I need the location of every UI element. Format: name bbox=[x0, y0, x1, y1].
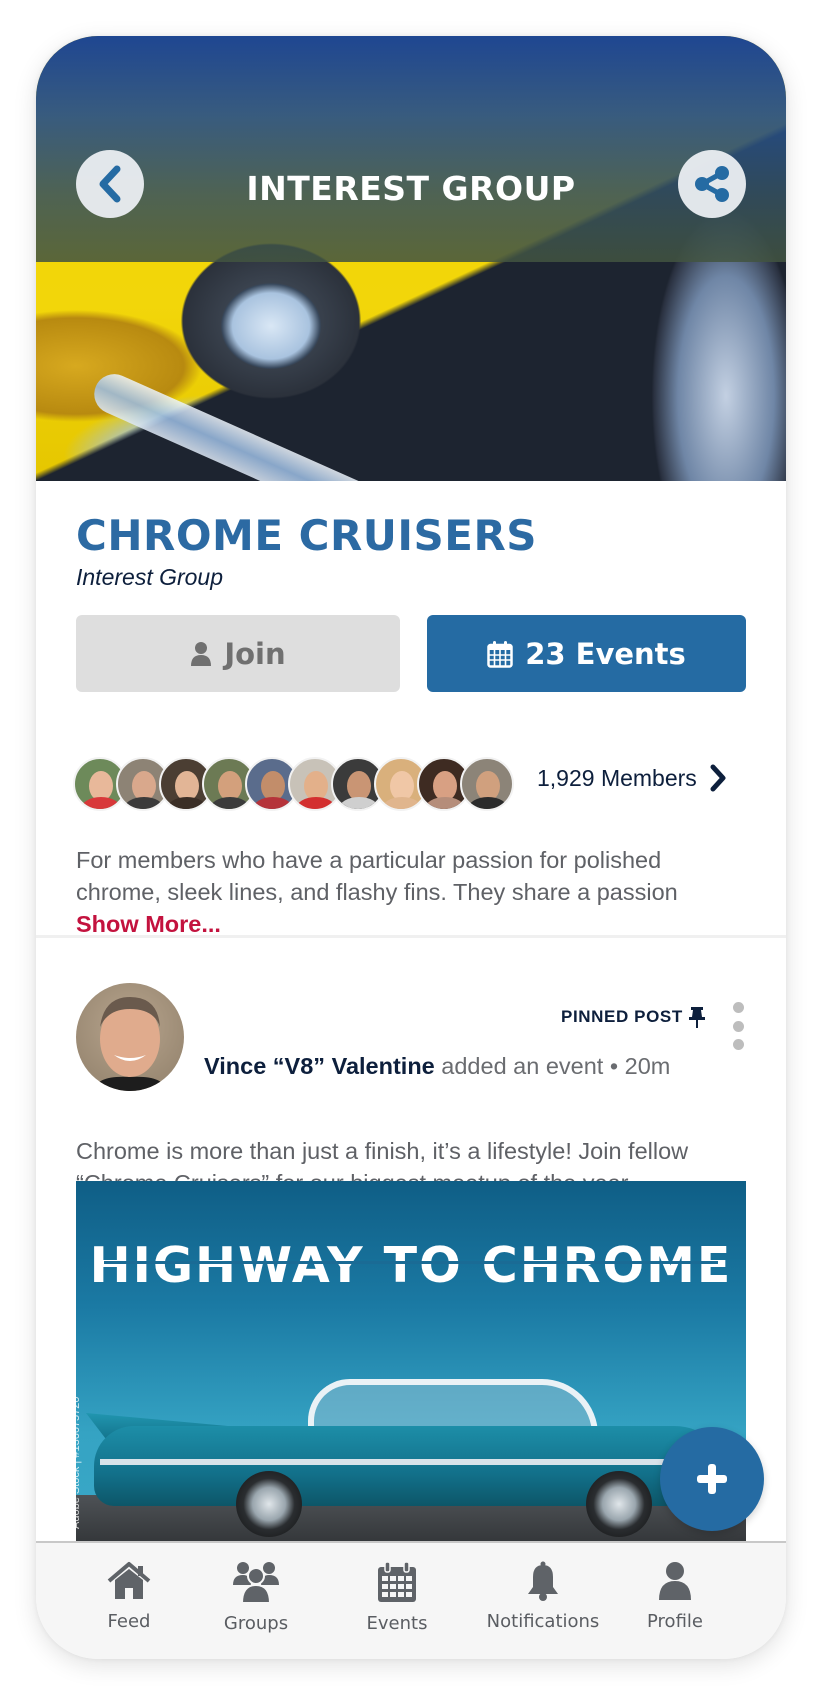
dot-icon bbox=[732, 1039, 744, 1050]
plus-icon bbox=[697, 1464, 727, 1494]
add-post-button[interactable] bbox=[660, 1427, 764, 1531]
section-divider bbox=[36, 935, 786, 938]
post-author-avatar[interactable] bbox=[76, 983, 184, 1091]
groups-icon bbox=[233, 1562, 279, 1603]
page-title: INTEREST GROUP bbox=[246, 169, 576, 208]
share-icon bbox=[695, 166, 729, 202]
nav-profile-label: Profile bbox=[647, 1611, 703, 1632]
nav-groups[interactable]: Groups bbox=[191, 1561, 321, 1634]
share-button[interactable] bbox=[678, 150, 746, 218]
nav-feed-label: Feed bbox=[107, 1611, 151, 1632]
post-meta: Vince “V8” Valentine added an event • 20… bbox=[204, 1053, 670, 1080]
image-watermark: Adobe Stock | #136675720 bbox=[76, 1396, 82, 1529]
hero-banner: INTEREST GROUP bbox=[36, 36, 786, 481]
home-icon bbox=[107, 1562, 151, 1599]
chevron-left-icon bbox=[99, 165, 121, 203]
nav-events[interactable]: Events bbox=[332, 1561, 462, 1634]
members-count: 1,929 Members bbox=[537, 764, 697, 791]
header-bar bbox=[36, 36, 786, 262]
nav-notifications-label: Notifications bbox=[486, 1611, 600, 1632]
phone-frame: INTEREST GROUP CHROME CRUISERS Interest … bbox=[36, 36, 786, 1659]
car-trim bbox=[100, 1459, 720, 1465]
pin-icon bbox=[688, 1007, 705, 1028]
post-separator: • bbox=[603, 1053, 625, 1079]
user-icon bbox=[191, 641, 212, 666]
post-action: added an event bbox=[434, 1053, 604, 1079]
nav-notifications[interactable]: Notifications bbox=[468, 1561, 618, 1632]
nav-groups-label: Groups bbox=[223, 1613, 289, 1634]
car-front-wheel bbox=[586, 1471, 652, 1537]
join-button[interactable]: Join bbox=[76, 615, 400, 692]
poster-title: HIGHWAY TO CHROME bbox=[89, 1237, 733, 1294]
dot-icon bbox=[732, 1020, 744, 1032]
nav-events-label: Events bbox=[366, 1613, 428, 1634]
member-avatars[interactable] bbox=[73, 756, 514, 812]
post-event-image[interactable]: HIGHWAY TO CHROME Adobe Stock | #1366757… bbox=[76, 1181, 746, 1541]
post-author-name[interactable]: Vince “V8” Valentine bbox=[204, 1053, 435, 1079]
events-button[interactable]: 23 Events bbox=[427, 615, 746, 692]
car-rear-wheel bbox=[236, 1471, 302, 1537]
bell-icon bbox=[528, 1561, 558, 1601]
group-name: CHROME CRUISERS bbox=[76, 511, 538, 560]
calendar-icon bbox=[378, 1561, 416, 1602]
member-avatar[interactable] bbox=[460, 757, 514, 811]
user-icon bbox=[659, 1562, 691, 1600]
join-label: Join bbox=[224, 636, 286, 671]
calendar-icon bbox=[487, 640, 513, 668]
chevron-right-icon bbox=[710, 764, 726, 792]
nav-profile[interactable]: Profile bbox=[610, 1561, 740, 1632]
bottom-nav: Feed Groups Events Notifications Profile bbox=[36, 1541, 786, 1659]
post-time: 20m bbox=[624, 1053, 671, 1079]
back-button[interactable] bbox=[76, 150, 144, 218]
dot-icon bbox=[732, 1002, 744, 1013]
poster-strike-line bbox=[104, 1261, 718, 1264]
members-link[interactable]: 1,929 Members bbox=[537, 764, 727, 792]
events-label: 23 Events bbox=[525, 636, 686, 671]
pinned-post-badge: PINNED POST bbox=[561, 1006, 705, 1028]
post-options-button[interactable] bbox=[728, 1002, 748, 1050]
group-type: Interest Group bbox=[76, 564, 224, 590]
nav-feed[interactable]: Feed bbox=[64, 1561, 194, 1632]
group-description: For members who have a particular passio… bbox=[76, 847, 678, 905]
author-photo bbox=[94, 997, 166, 1091]
pinned-label: PINNED POST bbox=[561, 1007, 683, 1026]
